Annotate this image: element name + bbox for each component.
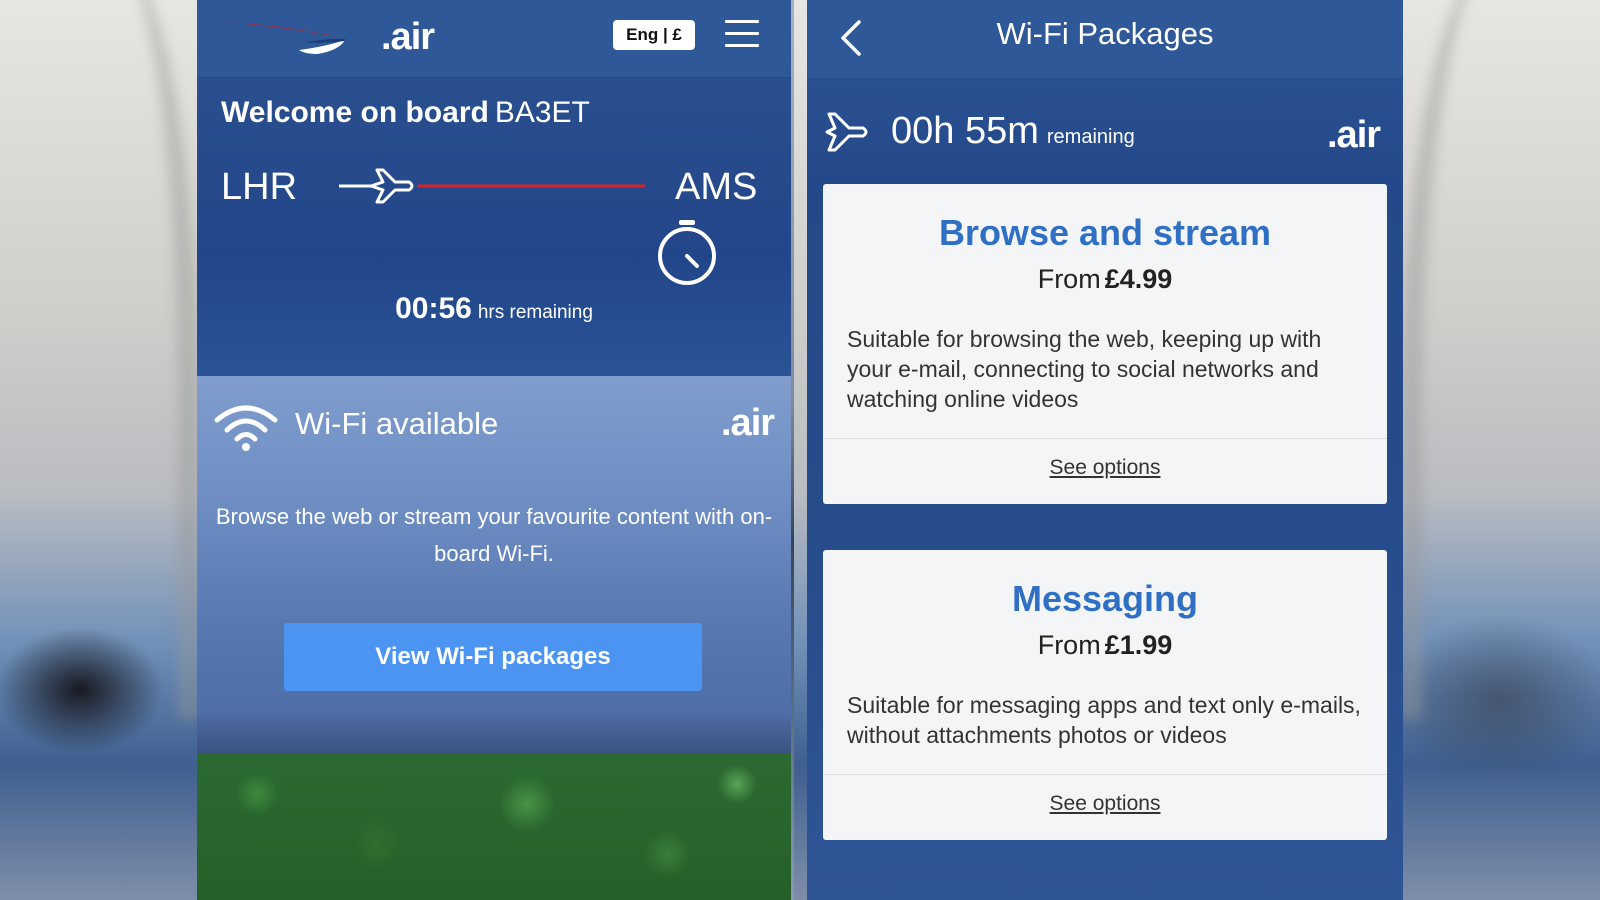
wifi-brand-logo: .air bbox=[721, 402, 775, 444]
origin-airport: LHR bbox=[221, 166, 298, 208]
destination-airport: AMS bbox=[675, 166, 758, 208]
welcome-message: Welcome on board BA3ET bbox=[221, 96, 590, 130]
flight-number: BA3ET bbox=[494, 96, 590, 129]
package-name: Browse and stream bbox=[938, 212, 1272, 253]
wifi-description: Browse the web or stream your favourite … bbox=[215, 504, 773, 566]
menu-icon[interactable] bbox=[725, 20, 759, 48]
price-value: £4.99 bbox=[1104, 264, 1173, 294]
wifi-icon bbox=[214, 405, 278, 451]
price-prefix: From bbox=[1037, 264, 1101, 294]
right-phone-screen: Wi-Fi Packages 00h 55m remaining .air Bro… bbox=[807, 0, 1403, 900]
package-price: From £4.99 bbox=[823, 264, 1387, 295]
package-card-messaging: Messaging From £1.99 Suitable for messagi… bbox=[823, 550, 1387, 840]
welcome-prefix: Welcome on board bbox=[221, 96, 489, 129]
promo-strip bbox=[197, 716, 791, 754]
package-description: Suitable for browsing the web, keeping u… bbox=[847, 326, 1322, 412]
time-remaining-value: 00h 55m bbox=[891, 110, 1039, 152]
route-progress-line bbox=[339, 168, 645, 204]
divider bbox=[823, 774, 1387, 775]
cabin-window-frame-left bbox=[60, 0, 200, 720]
wifi-status: Wi-Fi available bbox=[295, 406, 499, 441]
see-options-link[interactable]: See options bbox=[823, 792, 1387, 816]
package-price: From £1.99 bbox=[823, 630, 1387, 661]
plane-icon bbox=[369, 168, 414, 204]
time-remaining-label: hrs remaining bbox=[477, 302, 593, 323]
time-remaining-label: remaining bbox=[1046, 126, 1135, 148]
air-brand-logo: .air bbox=[381, 16, 435, 58]
language-currency-button[interactable]: Eng | £ bbox=[613, 20, 695, 50]
view-wifi-packages-button[interactable]: View Wi-Fi packages bbox=[284, 623, 702, 691]
air-brand-logo: .air bbox=[1327, 114, 1381, 156]
app-header: .air Eng | £ bbox=[197, 0, 791, 78]
page-title: Wi-Fi Packages bbox=[996, 16, 1214, 51]
time-remaining-value: 00:56 bbox=[395, 292, 472, 325]
packages-header: Wi-Fi Packages bbox=[807, 0, 1403, 78]
timer-icon bbox=[658, 220, 716, 285]
divider bbox=[823, 438, 1387, 439]
package-description: Suitable for messaging apps and text onl… bbox=[847, 692, 1361, 748]
package-name: Messaging bbox=[1011, 578, 1199, 619]
time-remaining: 00h 55m remaining bbox=[891, 110, 1135, 153]
cabin-window-frame-right bbox=[1400, 0, 1560, 720]
plane-icon bbox=[825, 112, 868, 152]
see-options-link[interactable]: See options bbox=[823, 456, 1387, 480]
ba-speedmarque-logo bbox=[221, 22, 345, 54]
time-remaining: 00:56 hrs remaining bbox=[197, 292, 791, 326]
promo-image-forest bbox=[197, 754, 791, 900]
left-phone-screen: .air Eng | £ Welcome on board BA3ET LHR A… bbox=[197, 0, 791, 900]
price-prefix: From bbox=[1037, 630, 1101, 660]
package-card-browse-and-stream: Browse and stream From £4.99 Suitable for… bbox=[823, 184, 1387, 504]
price-value: £1.99 bbox=[1104, 630, 1173, 660]
